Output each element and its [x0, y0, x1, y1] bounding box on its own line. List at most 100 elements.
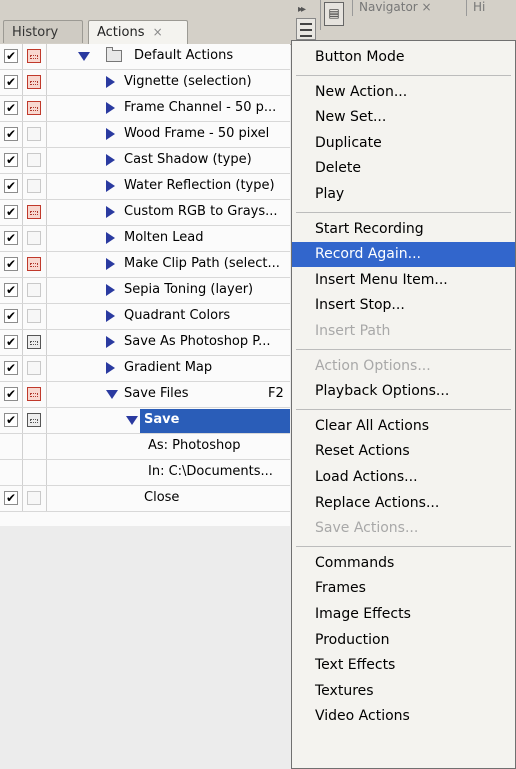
toggle-dialog-icon[interactable]	[27, 101, 41, 115]
toggle-dialog-icon[interactable]	[27, 49, 41, 63]
tab-navigator[interactable]: Navigator ×	[352, 0, 462, 16]
expand-triangle-icon[interactable]	[106, 206, 115, 218]
toggle-item-checkbox[interactable]: ✔	[4, 231, 18, 245]
toggle-item-checkbox[interactable]: ✔	[4, 335, 18, 349]
expand-triangle-icon[interactable]	[106, 310, 115, 322]
collapse-arrows-icon[interactable]: ▸▸	[298, 4, 306, 15]
actions-list[interactable]: ✔ Default Actions ✔ Vignette (selection) ✔ Fr…	[0, 44, 290, 769]
menu-item-image-effects[interactable]: Image Effects	[292, 602, 515, 627]
toggle-item-checkbox[interactable]: ✔	[4, 283, 18, 297]
toggle-item-checkbox[interactable]: ✔	[4, 309, 18, 323]
action-row[interactable]: ✔ Sepia Toning (layer)	[0, 278, 290, 304]
toggle-item-checkbox[interactable]: ✔	[4, 127, 18, 141]
toggle-item-checkbox[interactable]: ✔	[4, 413, 18, 427]
action-row[interactable]: ✔ Wood Frame - 50 pixel	[0, 122, 290, 148]
close-navigator-icon[interactable]: ×	[422, 0, 432, 14]
expand-triangle-icon[interactable]	[106, 362, 115, 374]
toggle-item-checkbox[interactable]: ✔	[4, 491, 18, 505]
menu-item-record-again[interactable]: Record Again...	[292, 242, 515, 268]
expand-triangle-icon[interactable]	[106, 232, 115, 244]
toggle-dialog-icon[interactable]	[27, 231, 41, 245]
menu-item-frames[interactable]: Frames	[292, 576, 515, 601]
column-divider	[46, 148, 47, 173]
tab-actions[interactable]: Actions ×	[88, 20, 188, 44]
toggle-dialog-icon[interactable]	[27, 335, 41, 349]
expand-triangle-icon[interactable]	[106, 128, 115, 140]
menu-item-new-action[interactable]: New Action...	[292, 80, 515, 105]
menu-item-commands[interactable]: Commands	[292, 551, 515, 576]
menu-item-insert-menu-item[interactable]: Insert Menu Item...	[292, 268, 515, 293]
menu-item-delete[interactable]: Delete	[292, 156, 515, 181]
toggle-dialog-icon[interactable]	[27, 309, 41, 323]
menu-item-textures[interactable]: Textures	[292, 679, 515, 704]
action-row[interactable]: ✔ Save Files F2	[0, 382, 290, 408]
action-row[interactable]: In: C:\Documents...	[0, 460, 290, 486]
toggle-dialog-icon[interactable]	[27, 205, 41, 219]
action-row[interactable]: ✔ Quadrant Colors	[0, 304, 290, 330]
toggle-item-checkbox[interactable]: ✔	[4, 153, 18, 167]
toggle-dialog-icon[interactable]	[27, 491, 41, 505]
close-tab-icon[interactable]: ×	[153, 25, 163, 39]
toggle-dialog-icon[interactable]	[27, 361, 41, 375]
menu-item-insert-stop[interactable]: Insert Stop...	[292, 293, 515, 318]
collapse-triangle-icon[interactable]	[106, 390, 118, 399]
toggle-dialog-icon[interactable]	[27, 283, 41, 297]
toggle-item-checkbox[interactable]: ✔	[4, 75, 18, 89]
collapse-triangle-icon[interactable]	[126, 416, 138, 425]
toggle-dialog-icon[interactable]	[27, 413, 41, 427]
column-divider	[46, 434, 47, 459]
toggle-dialog-icon[interactable]	[27, 257, 41, 271]
menu-item-text-effects[interactable]: Text Effects	[292, 653, 515, 678]
menu-item-button-mode[interactable]: Button Mode	[292, 45, 515, 70]
menu-item-replace-actions[interactable]: Replace Actions...	[292, 491, 515, 516]
expand-triangle-icon[interactable]	[106, 336, 115, 348]
action-row[interactable]: ✔ Save As Photoshop P...	[0, 330, 290, 356]
action-row[interactable]: ✔ Vignette (selection)	[0, 70, 290, 96]
action-row[interactable]: ✔ Water Reflection (type)	[0, 174, 290, 200]
action-row[interactable]: ✔ Gradient Map	[0, 356, 290, 382]
action-row[interactable]: ✔ Molten Lead	[0, 226, 290, 252]
action-row[interactable]: ✔ Default Actions	[0, 44, 290, 70]
toggle-dialog-icon[interactable]	[27, 153, 41, 167]
toggle-dialog-icon[interactable]	[27, 127, 41, 141]
action-row[interactable]: ✔ Custom RGB to Grays...	[0, 200, 290, 226]
toggle-dialog-icon[interactable]	[27, 75, 41, 89]
action-row[interactable]: ✔ Save	[0, 408, 290, 434]
action-row[interactable]: As: Photoshop	[0, 434, 290, 460]
action-row[interactable]: ✔ Make Clip Path (select...	[0, 252, 290, 278]
menu-item-production[interactable]: Production	[292, 628, 515, 653]
panel-menu-button[interactable]	[296, 18, 316, 40]
action-row[interactable]: ✔ Close	[0, 486, 290, 512]
toggle-item-checkbox[interactable]: ✔	[4, 387, 18, 401]
menu-item-play[interactable]: Play	[292, 182, 515, 207]
menu-item-duplicate[interactable]: Duplicate	[292, 131, 515, 156]
expand-triangle-icon[interactable]	[106, 258, 115, 270]
menu-item-new-set[interactable]: New Set...	[292, 105, 515, 130]
expand-triangle-icon[interactable]	[106, 102, 115, 114]
tab-histogram[interactable]: Hi	[466, 0, 516, 16]
toggle-dialog-icon[interactable]	[27, 179, 41, 193]
toggle-item-checkbox[interactable]: ✔	[4, 361, 18, 375]
expand-triangle-icon[interactable]	[106, 180, 115, 192]
menu-item-start-recording[interactable]: Start Recording	[292, 217, 515, 242]
collapse-triangle-icon[interactable]	[78, 52, 90, 61]
menu-item-load-actions[interactable]: Load Actions...	[292, 465, 515, 490]
action-label: Sepia Toning (layer)	[124, 282, 254, 297]
menu-item-playback-options[interactable]: Playback Options...	[292, 379, 515, 404]
toggle-item-checkbox[interactable]: ✔	[4, 49, 18, 63]
menu-item-reset-actions[interactable]: Reset Actions	[292, 439, 515, 464]
toggle-item-checkbox[interactable]: ✔	[4, 257, 18, 271]
toggle-item-checkbox[interactable]: ✔	[4, 101, 18, 115]
menu-item-clear-all-actions[interactable]: Clear All Actions	[292, 414, 515, 439]
expand-triangle-icon[interactable]	[106, 76, 115, 88]
toggle-dialog-icon[interactable]	[27, 387, 41, 401]
tab-history[interactable]: History	[3, 20, 83, 43]
toggle-item-checkbox[interactable]: ✔	[4, 205, 18, 219]
menu-item-video-actions[interactable]: Video Actions	[292, 704, 515, 729]
action-row[interactable]: ✔ Frame Channel - 50 p...	[0, 96, 290, 122]
expand-triangle-icon[interactable]	[106, 284, 115, 296]
toggle-item-checkbox[interactable]: ✔	[4, 179, 18, 193]
panel-dock-icon[interactable]: ▤	[324, 2, 344, 26]
action-row[interactable]: ✔ Cast Shadow (type)	[0, 148, 290, 174]
expand-triangle-icon[interactable]	[106, 154, 115, 166]
